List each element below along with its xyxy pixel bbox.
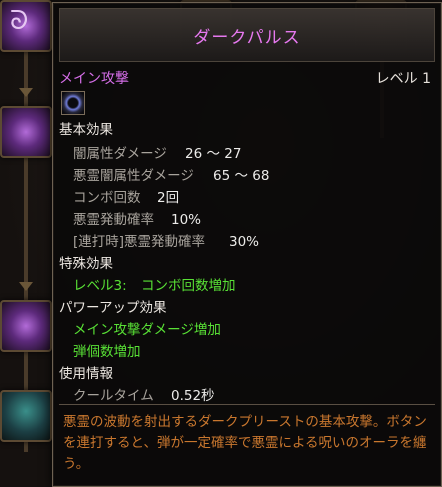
basic-effect-value: 2回 (157, 190, 180, 206)
skill-description: 悪霊の波動を射出するダークプリーストの基本攻撃。ボタンを連打すると、弾が一定確率… (63, 414, 427, 472)
skill-name: ダークパルス (193, 28, 301, 48)
cooldown-value: 0.52秒 (171, 388, 215, 404)
basic-effect-label: 悪霊発動確率 (73, 212, 154, 228)
dark-orb-icon (61, 91, 85, 115)
powerup-effect: 弾個数増加 (73, 344, 141, 360)
tooltip-title-bar: ダークパルス (59, 8, 435, 62)
basic-effect-label: [連打時]悪霊発動確率 (73, 234, 206, 250)
skill-level: レベル 1 (375, 71, 431, 87)
special-effect-text: コンボ回数増加 (141, 278, 236, 294)
basic-effects-header: 基本効果 (59, 122, 113, 138)
teal-creature-skill-node[interactable] (0, 390, 52, 442)
basic-effect-value: 65 ～ 68 (213, 168, 270, 184)
skill-tree-screen: ᘐ ダークパルス メイン攻撃 レベル 1 基本効果 闇属性ダメージ 26 ～ 2… (0, 0, 442, 487)
special-effects-header: 特殊効果 (59, 256, 113, 272)
skill-tree-arrow (19, 282, 33, 291)
basic-effect-label: コンボ回数 (73, 190, 141, 206)
purple-orb-skill-node-1[interactable] (0, 106, 52, 158)
basic-effect-value: 26 ～ 27 (185, 146, 242, 162)
basic-effect-label: 闇属性ダメージ (73, 146, 167, 162)
basic-effect-value: 30% (229, 234, 260, 250)
skill-tree-arrow (19, 88, 33, 97)
purple-orb-skill-node-2[interactable] (0, 300, 52, 352)
skill-category-label: メイン攻撃 (59, 71, 129, 87)
skill-tooltip: ダークパルス メイン攻撃 レベル 1 基本効果 闇属性ダメージ 26 ～ 27 … (52, 2, 442, 487)
special-effect-level: レベル3: (73, 278, 127, 294)
description-divider (59, 404, 435, 405)
powerup-effects-header: パワーアップ効果 (59, 300, 167, 316)
powerup-effect: メイン攻撃ダメージ増加 (73, 322, 221, 338)
basic-effect-label: 悪霊闇属性ダメージ (73, 168, 194, 184)
usage-info-header: 使用情報 (59, 366, 113, 382)
basic-effect-value: 10% (171, 212, 202, 228)
rune-icon: ᘐ (10, 6, 29, 36)
cooldown-label: クールタイム (73, 388, 154, 404)
rune-skill-node[interactable]: ᘐ (0, 0, 52, 52)
